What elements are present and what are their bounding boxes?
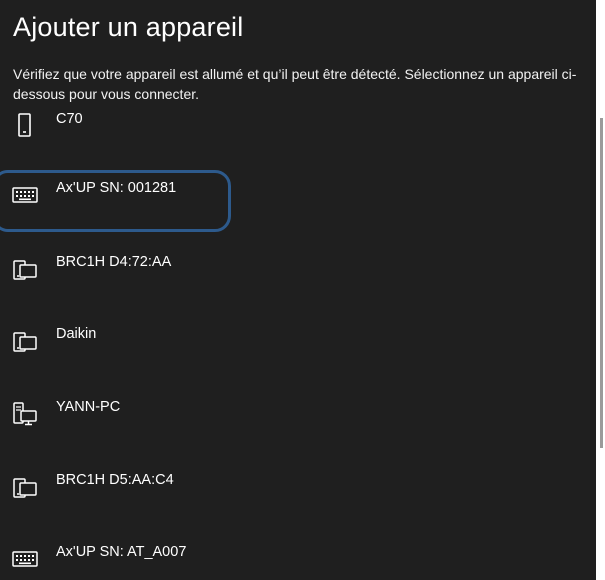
devices-icon: [11, 328, 39, 354]
device-item-axup-at-a007[interactable]: Ax'UP SN: AT_A007: [0, 540, 596, 580]
device-item-yann-pc[interactable]: YANN-PC: [0, 395, 596, 435]
scrollbar[interactable]: [600, 118, 603, 448]
dialog-title: Ajouter un appareil: [13, 12, 244, 42]
device-item-daikin[interactable]: Daikin: [0, 322, 596, 362]
device-name: BRC1H D4:72:AA: [56, 254, 172, 270]
device-name: BRC1H D5:AA:C4: [56, 472, 174, 488]
computer-icon: [11, 401, 39, 427]
device-item-c70[interactable]: C70: [0, 107, 596, 147]
device-name: C70: [56, 111, 83, 127]
add-device-dialog: Ajouter un appareil Vérifiez que votre a…: [0, 0, 596, 580]
devices-icon: [11, 256, 39, 282]
phone-icon: [11, 113, 39, 139]
keyboard-icon: [11, 546, 39, 572]
keyboard-icon: [11, 182, 39, 208]
device-item-brc1h-d4[interactable]: BRC1H D4:72:AA: [0, 250, 596, 290]
device-name: Ax'UP SN: AT_A007: [56, 544, 187, 560]
device-name: Ax'UP SN: 001281: [56, 180, 177, 196]
device-item-brc1h-d5[interactable]: BRC1H D5:AA:C4: [0, 468, 596, 508]
dialog-subtitle: Vérifiez que votre appareil est allumé e…: [13, 66, 577, 102]
device-name: Daikin: [56, 326, 97, 342]
devices-icon: [11, 474, 39, 500]
device-item-axup-001281[interactable]: Ax'UP SN: 001281: [0, 176, 596, 216]
device-name: YANN-PC: [56, 399, 121, 415]
